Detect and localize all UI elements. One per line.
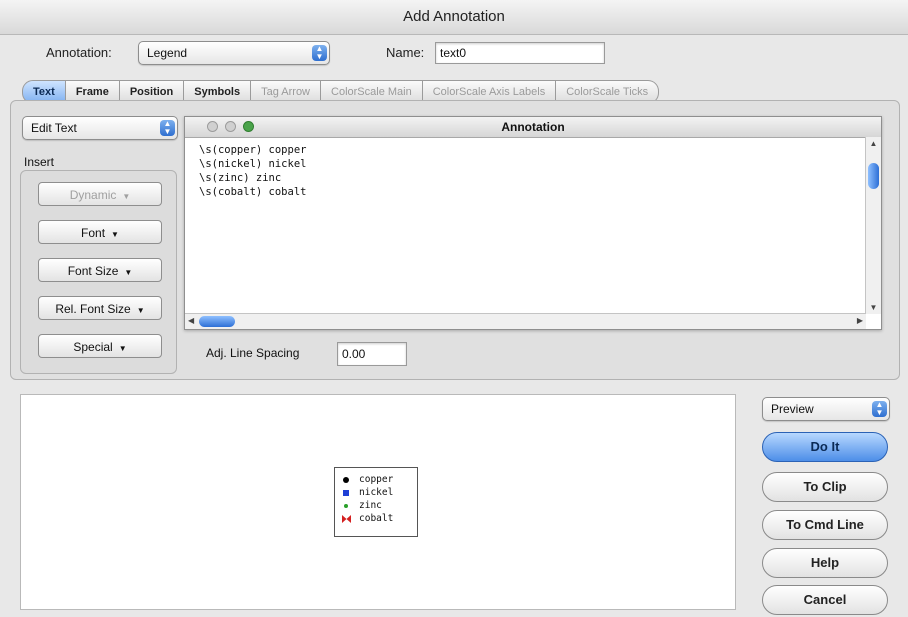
legend-box: copper nickel zinc cobalt [334,467,418,537]
scroll-right-icon[interactable]: ▶ [857,316,863,325]
scroll-up-icon[interactable]: ▲ [867,139,880,148]
rel-font-size-button[interactable]: Rel. Font Size ▼ [38,296,162,320]
dropdown-arrow-icon: ▼ [122,192,131,201]
annotation-text-area[interactable]: \s(copper) copper \s(nickel) nickel \s(z… [199,143,306,199]
preview-popup[interactable]: Preview ▲ ▼ [762,397,890,421]
circle-marker-icon [343,477,349,483]
square-marker-icon [343,490,349,496]
dynamic-button[interactable]: Dynamic ▼ [38,182,162,206]
rel-font-size-label: Rel. Font Size [55,302,131,316]
annotation-type-label: Annotation: [46,45,112,60]
font-label: Font [81,226,106,240]
annotation-type-value: Legend [147,46,188,60]
legend-label: cobalt [359,513,394,524]
text-line: \s(nickel) nickel [199,158,307,170]
popup-stepper-icon: ▲ ▼ [160,120,175,136]
text-line: \s(zinc) zinc [199,172,282,184]
vertical-scroll-thumb[interactable] [868,163,879,189]
horizontal-scroll-thumb[interactable] [199,316,235,327]
edit-mode-value: Edit Text [31,121,77,135]
line-spacing-field[interactable]: 0.00 [337,342,407,366]
scroll-left-icon[interactable]: ◀ [188,316,194,325]
dropdown-arrow-icon: ▼ [136,306,145,315]
to-cmd-line-button[interactable]: To Cmd Line [762,510,888,540]
vertical-scrollbar[interactable]: ▲ ▼ [865,137,881,314]
special-label: Special [73,340,113,354]
dropdown-arrow-icon: ▼ [124,268,133,277]
editor-titlebar: Annotation [185,117,881,138]
text-line: \s(copper) copper [199,144,307,156]
dynamic-label: Dynamic [69,188,117,202]
legend-label: copper [359,474,394,485]
font-button[interactable]: Font ▼ [38,220,162,244]
popup-stepper-icon: ▲ ▼ [312,45,327,61]
line-spacing-label: Adj. Line Spacing [206,346,300,360]
legend-label: nickel [359,487,394,498]
special-button[interactable]: Special ▼ [38,334,162,358]
circle-marker-icon [344,504,348,508]
annotation-type-popup[interactable]: Legend ▲ ▼ [138,41,330,65]
do-it-button[interactable]: Do It [762,432,888,462]
window-title: Add Annotation [0,0,908,35]
font-size-label: Font Size [67,264,119,278]
text-line: \s(cobalt) cobalt [199,186,307,198]
dropdown-arrow-icon: ▼ [118,344,127,353]
help-button[interactable]: Help [762,548,888,578]
editor-title: Annotation [501,120,565,134]
legend-label: zinc [359,500,382,511]
name-field[interactable]: text0 [435,42,605,64]
dropdown-arrow-icon: ▼ [111,230,119,239]
bowtie-marker-icon [342,515,351,523]
popup-stepper-icon: ▲ ▼ [872,401,887,417]
scroll-down-icon[interactable]: ▼ [867,303,880,312]
insert-label: Insert [24,155,55,169]
horizontal-scrollbar[interactable]: ◀ ▶ [185,313,866,329]
annotation-editor-window: Annotation \s(copper) copper \s(nickel) … [184,116,882,330]
to-clip-button[interactable]: To Clip [762,472,888,502]
edit-mode-popup[interactable]: Edit Text ▲ ▼ [22,116,178,140]
name-label: Name: [386,45,425,60]
cancel-button[interactable]: Cancel [762,585,888,615]
font-size-button[interactable]: Font Size ▼ [38,258,162,282]
preview-value: Preview [771,402,814,416]
